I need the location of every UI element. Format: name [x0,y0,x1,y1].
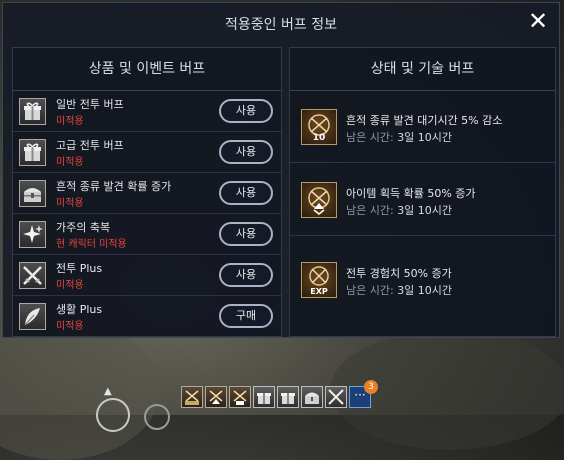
use-button[interactable]: 사용 [219,99,273,123]
caret-up-icon[interactable]: ▲ [104,386,112,397]
use-button[interactable]: 사용 [219,222,273,246]
remaining-time: 남은 시간: 3일 10시간 [346,129,452,145]
gift-box-icon [19,139,46,166]
use-button[interactable]: 사용 [219,140,273,164]
dialog-title: 적용중인 버프 정보 [225,17,337,33]
skill-buff-name: 전투 경험치 50% 증가 [346,267,452,280]
buff-hotbar: ··· [181,386,371,410]
crossed-swords-icon [19,262,46,289]
crossed-swords-icon[interactable] [325,386,347,408]
remaining-time-label: 남은 시간: [346,204,394,217]
notification-badge: 3 [364,380,378,394]
treasure-chest-icon[interactable] [301,386,323,408]
buff-status: 미적용 [56,198,84,209]
purchase-button[interactable]: 구매 [219,304,273,328]
buff-status: 현 캐릭터 미적용 [56,239,127,250]
buff-row: 고급 전투 버프 미적용 사용 [13,132,281,173]
panel-title-product-event: 상품 및 이벤트 버프 [13,48,281,91]
buff-status: 미적용 [56,157,84,168]
buff-name: 흔적 종류 발견 확률 증가 [56,180,172,193]
treasure-chest-icon [19,180,46,207]
hud-circle-button[interactable] [144,404,170,430]
close-button[interactable]: ✕ [527,9,549,33]
buff-row: 일반 전투 버프 미적용 사용 [13,91,281,132]
buff-status: 미적용 [56,116,84,127]
gift-box-icon[interactable] [277,386,299,408]
buff-row: 전투 Plus 미적용 사용 [13,255,281,296]
buff-name: 전투 Plus [56,262,103,275]
buff-row: 흔적 종류 발견 확률 증가 미적용 사용 [13,173,281,214]
buff-row: 가주의 축복 현 캐릭터 미적용 사용 [13,214,281,255]
use-button[interactable]: 사용 [219,181,273,205]
remaining-time-label: 남은 시간: [346,284,394,297]
hud-circle-button[interactable] [96,398,130,432]
buff-name: 생활 Plus [56,303,103,316]
skill-buff-row: EXP 전투 경험치 50% 증가 남은 시간: 3일 10시간 [290,244,555,316]
panel-title-status-skill: 상태 및 기술 버프 [290,48,555,91]
trace-buff-icon[interactable] [229,386,251,408]
use-button[interactable]: 사용 [219,263,273,287]
item-buff-icon[interactable] [205,386,227,408]
feather-icon [19,303,46,330]
remaining-time-value: 3일 10시간 [397,131,453,144]
skill-buff-name: 아이템 획득 확률 50% 증가 [346,187,476,200]
buff-status: 미적용 [56,321,84,332]
remaining-time-value: 3일 10시간 [397,284,453,297]
buff-status: 미적용 [56,280,84,291]
icon-text: 10 [313,133,326,143]
sparkle-icon [19,221,46,248]
buff-row: 생활 Plus 미적용 구매 [13,296,281,337]
skill-buff-name: 흔적 종류 발견 대기시간 5% 감소 [346,114,503,127]
buff-name: 가주의 축복 [56,221,111,234]
exp-buff-icon[interactable] [181,386,203,408]
skill-buff-row: 아이템 획득 확률 50% 증가 남은 시간: 3일 10시간 [290,164,555,236]
status-skill-buff-panel: 상태 및 기술 버프 10 흔적 종류 발견 대기시간 5% 감소 남은 시간:… [289,47,556,337]
remaining-time-value: 3일 10시간 [397,204,453,217]
skill-buff-row: 10 흔적 종류 발견 대기시간 5% 감소 남은 시간: 3일 10시간 [290,91,555,163]
background-rock [0,320,160,460]
exp-icon: EXP [301,262,337,298]
icon-text: EXP [310,287,328,296]
remaining-time-label: 남은 시간: [346,131,394,144]
remaining-time: 남은 시간: 3일 10시간 [346,202,452,218]
remaining-time: 남은 시간: 3일 10시간 [346,282,452,298]
gift-box-icon [19,98,46,125]
buff-info-dialog: 적용중인 버프 정보 ✕ 상품 및 이벤트 버프 일반 전투 버프 미적용 사용… [2,2,560,338]
trace-10-icon: 10 [301,109,337,145]
gift-box-icon[interactable] [253,386,275,408]
product-event-buff-panel: 상품 및 이벤트 버프 일반 전투 버프 미적용 사용 고급 전투 버프 미적용… [12,47,282,337]
buff-name: 고급 전투 버프 [56,139,124,152]
item-up-icon [301,182,337,218]
buff-name: 일반 전투 버프 [56,98,124,111]
